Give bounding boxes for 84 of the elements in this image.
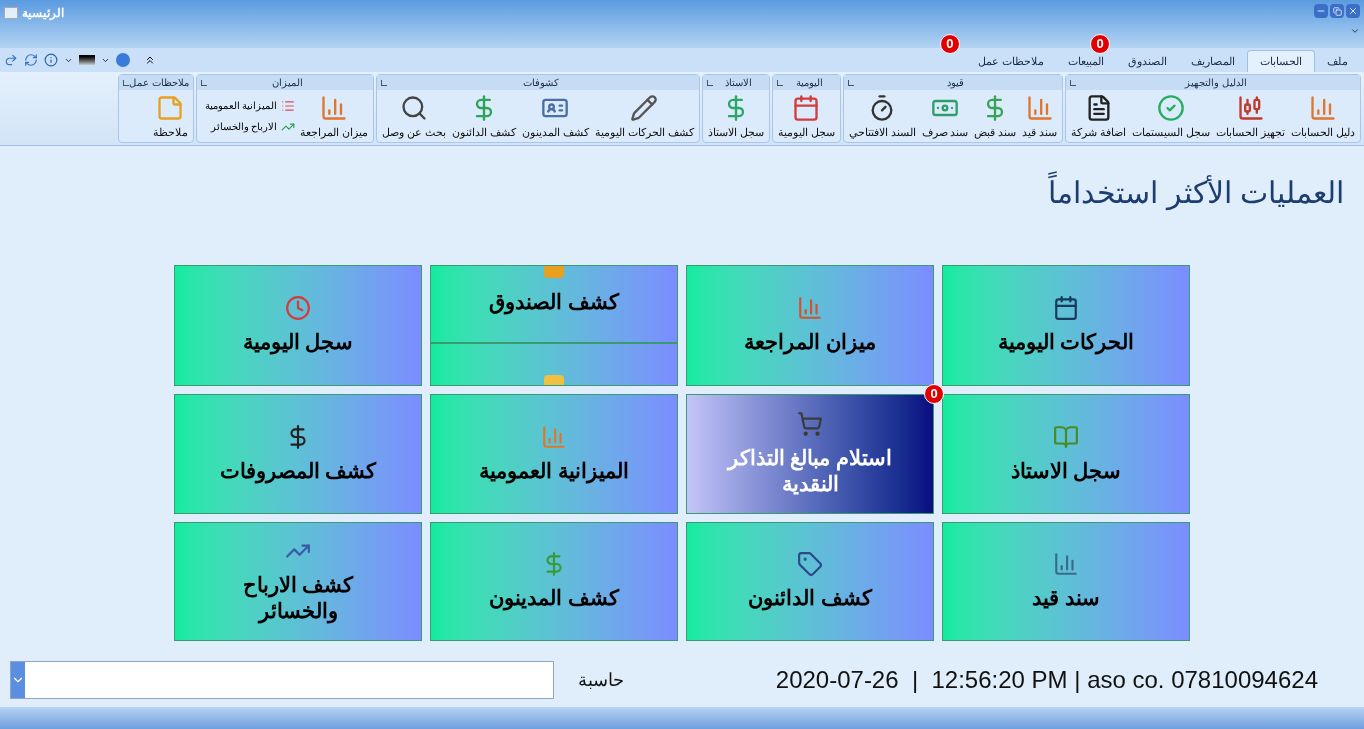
ribbon-tab[interactable]: الحسابات (1247, 50, 1315, 72)
info-icon[interactable] (44, 53, 58, 67)
ribbon-item-icon (1309, 94, 1338, 123)
ribbon-button[interactable]: كشف المدينون (521, 94, 590, 142)
tile-icon (1053, 423, 1079, 450)
ribbon-button[interactable]: بحث عن وصل (381, 94, 448, 142)
ribbon-small-button[interactable]: الميزانية العمومية (204, 98, 296, 113)
ribbon-button[interactable]: سجل الاستاذ (706, 94, 765, 142)
count-badge: 0 (924, 384, 944, 404)
ribbon-item-icon (1157, 94, 1186, 123)
group-title: اليومية (794, 76, 824, 90)
ribbon-button[interactable]: سند قيد (1021, 94, 1059, 142)
status-text: 2020-07-26 | 12:56:20 PM | aso co. 07810094624 (775, 665, 1318, 695)
ribbon-button[interactable]: سجل السيستمات (1131, 94, 1212, 142)
tile-icon (1053, 551, 1079, 578)
group-title: الميزان (271, 76, 305, 90)
dialog-launcher-icon[interactable] (847, 79, 854, 86)
group-title: قيود (946, 76, 966, 90)
caret-icon[interactable] (1350, 26, 1360, 36)
tile[interactable]: ميزان المراجعة (686, 265, 934, 386)
tile-icon (797, 295, 823, 322)
ribbon-tab[interactable]: ملف (1315, 50, 1360, 72)
ribbon-button[interactable]: سند صرف (920, 94, 970, 142)
restore-button[interactable] (1330, 4, 1344, 18)
color-swatch-icon[interactable] (79, 55, 95, 65)
window-title: الرئيسية (22, 5, 64, 22)
ribbon-button[interactable]: كشف الدائنون (451, 94, 517, 142)
section-heading: العمليات الأكثر استخداماً (20, 170, 1344, 215)
group-title: ملاحظات عمل (128, 76, 189, 90)
tile[interactable]: كشف الصندوق (430, 265, 678, 386)
ribbon-button[interactable]: دليل الحسابات (1290, 94, 1356, 142)
ribbon-button[interactable]: تجهيز الحسابات (1215, 94, 1287, 142)
ribbon-tab[interactable]: ملاحظات عمل (965, 50, 1056, 72)
calculator-label: حاسبة (578, 668, 624, 692)
restore-icon (1332, 6, 1342, 16)
dialog-launcher-icon[interactable] (776, 79, 783, 86)
tile-icon (285, 295, 311, 322)
ribbon-button[interactable]: ملاحظة (151, 94, 189, 142)
ribbon-item-icon (400, 94, 429, 123)
tile[interactable]: سجل الاستاذ (942, 394, 1190, 514)
tile[interactable]: كشف الارباح والخسائر (174, 521, 422, 641)
group-title: الاستاذ (724, 76, 754, 90)
app-logo-icon (4, 7, 18, 19)
close-icon (1348, 6, 1358, 16)
tile-icon (1053, 295, 1079, 322)
group-title: كشوفات (522, 76, 560, 90)
tile[interactable]: كشف المصروفات (174, 394, 422, 514)
ribbon-button[interactable]: كشف الحركات اليومية (593, 94, 695, 142)
tile[interactable]: سجل اليومية (174, 265, 422, 386)
ribbon-tab[interactable]: الصندوق (1116, 50, 1179, 72)
count-badge: 0 (1090, 34, 1110, 54)
tile[interactable]: سند قيد (942, 521, 1190, 641)
tile[interactable]: كشف المدينون (430, 521, 678, 641)
ribbon-button[interactable]: سجل اليومية (776, 94, 836, 142)
list-icon (281, 98, 296, 113)
tile-icon (797, 410, 823, 437)
collapse-ribbon-icon[interactable] (144, 54, 156, 66)
group-title: الدليل والتجهيز (1183, 76, 1249, 90)
ribbon-item-icon (1236, 94, 1265, 123)
dialog-launcher-icon[interactable] (122, 79, 129, 86)
ribbon-item-icon (156, 94, 185, 123)
ribbon-button[interactable]: اضافة شركة (1070, 94, 1128, 142)
redo-icon[interactable] (4, 53, 18, 67)
ribbon-item-icon (630, 94, 659, 123)
tile-icon (797, 551, 823, 578)
ribbon-item-icon (1025, 94, 1054, 123)
dialog-launcher-icon[interactable] (381, 79, 388, 86)
ribbon-small-button[interactable]: الارباح والخسائر (204, 119, 296, 134)
ribbon-button[interactable]: السند الافتتاحي (847, 94, 917, 142)
ribbon-tab[interactable]: المصاريف (1179, 50, 1247, 72)
refresh-icon[interactable] (24, 53, 38, 67)
tile-icon (541, 423, 567, 450)
dialog-launcher-icon[interactable] (200, 79, 207, 86)
ribbon-button[interactable]: سند قبض (973, 94, 1018, 142)
ribbon-item-icon (792, 94, 821, 123)
tile[interactable]: كشف الدائنون (686, 521, 934, 641)
close-button[interactable] (1346, 4, 1360, 18)
ribbon-button[interactable]: ميزان المراجعة (299, 94, 370, 142)
tile[interactable]: الميزانية العمومية (430, 394, 678, 514)
dialog-launcher-icon[interactable] (1070, 79, 1077, 86)
calculator-combo-box[interactable] (10, 661, 554, 699)
dialog-launcher-icon[interactable] (706, 79, 713, 86)
tile[interactable]: الحركات اليومية (942, 265, 1190, 386)
ribbon-item-icon (320, 94, 349, 123)
